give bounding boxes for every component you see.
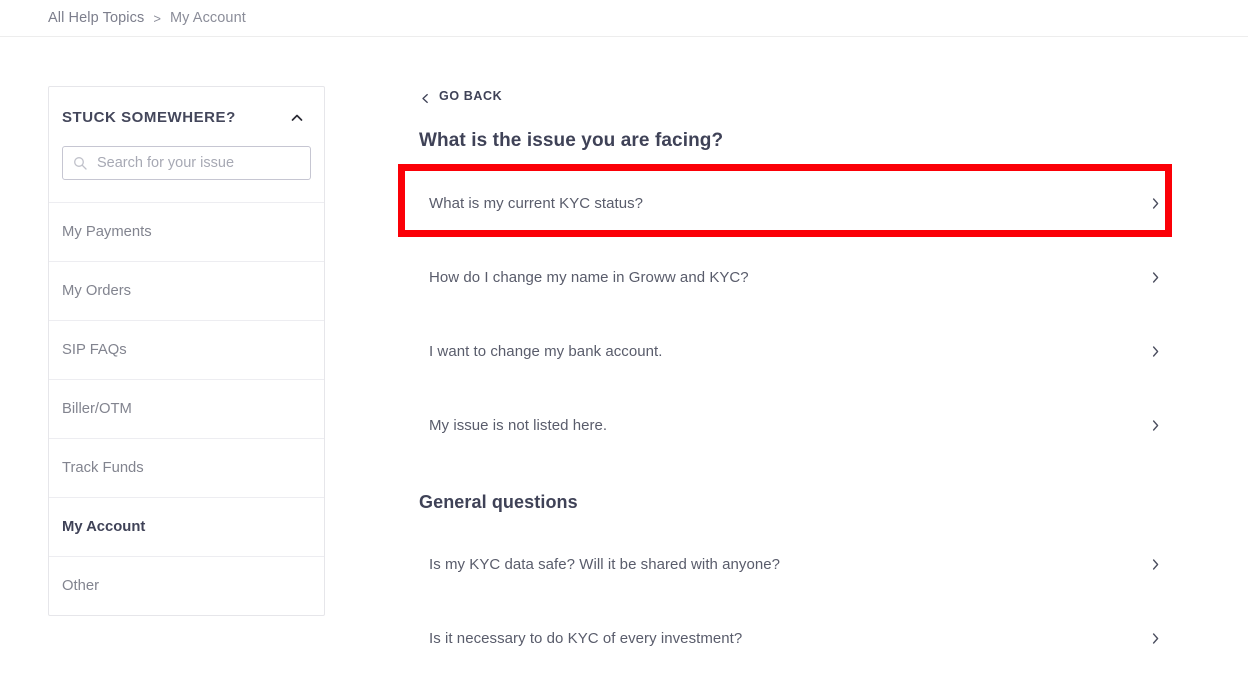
breadcrumb-separator: > — [153, 10, 161, 26]
sidebar-item-other[interactable]: Other — [49, 556, 324, 615]
general-row-kyc-every-investment[interactable]: Is it necessary to do KYC of every inves… — [418, 601, 1178, 675]
go-back-button[interactable]: GO BACK — [420, 89, 502, 103]
chevron-right-icon — [1149, 345, 1162, 358]
chevron-right-icon — [1149, 271, 1162, 284]
sidebar-item-label: My Payments — [62, 224, 152, 240]
sidebar-item-track-funds[interactable]: Track Funds — [49, 438, 324, 497]
go-back-label: GO BACK — [439, 89, 503, 103]
sidebar-item-sip-faqs[interactable]: SIP FAQs — [49, 320, 324, 379]
issue-list: What is my current KYC status? How do I … — [418, 166, 1178, 462]
sidebar-item-label: My Account — [62, 519, 146, 535]
sidebar-item-my-account[interactable]: My Account — [49, 497, 324, 556]
sidebar-item-my-payments[interactable]: My Payments — [49, 202, 324, 261]
chevron-left-icon — [420, 91, 431, 103]
general-questions-list: Is my KYC data safe? Will it be shared w… — [418, 527, 1178, 675]
issue-row-kyc-status[interactable]: What is my current KYC status? — [418, 166, 1178, 240]
issue-label: How do I change my name in Groww and KYC… — [429, 268, 749, 286]
general-row-kyc-data-safe[interactable]: Is my KYC data safe? Will it be shared w… — [418, 527, 1178, 601]
breadcrumb: All Help Topics > My Account — [0, 0, 1248, 37]
breadcrumb-root-link[interactable]: All Help Topics — [48, 10, 144, 26]
chevron-right-icon — [1149, 632, 1162, 645]
chevron-right-icon — [1149, 419, 1162, 432]
sidebar-item-label: SIP FAQs — [62, 342, 127, 358]
chevron-up-icon[interactable] — [290, 111, 304, 125]
search-icon — [73, 156, 87, 170]
sidebar-item-label: Other — [62, 578, 100, 594]
issue-row-change-name[interactable]: How do I change my name in Groww and KYC… — [418, 240, 1178, 314]
sidebar-item-my-orders[interactable]: My Orders — [49, 261, 324, 320]
issue-heading: What is the issue you are facing? — [419, 130, 724, 151]
page-body: STUCK SOMEWHERE? My Payments My Orders — [0, 37, 1248, 675]
general-questions-heading: General questions — [419, 492, 578, 512]
issue-label: I want to change my bank account. — [429, 342, 663, 360]
sidebar-title: STUCK SOMEWHERE? — [62, 109, 236, 126]
sidebar-item-label: My Orders — [62, 283, 132, 299]
chevron-right-icon — [1149, 197, 1162, 210]
general-label: Is my KYC data safe? Will it be shared w… — [429, 555, 781, 573]
issue-row-change-bank-account[interactable]: I want to change my bank account. — [418, 314, 1178, 388]
general-label: Is it necessary to do KYC of every inves… — [429, 629, 743, 647]
chevron-right-icon — [1149, 558, 1162, 571]
sidebar-item-biller-otm[interactable]: Biller/OTM — [49, 379, 324, 438]
help-topics-sidebar: STUCK SOMEWHERE? My Payments My Orders — [48, 86, 325, 616]
sidebar-item-label: Track Funds — [62, 460, 144, 476]
sidebar-item-label: Biller/OTM — [62, 401, 132, 417]
main-content: GO BACK What is the issue you are facing… — [418, 37, 1178, 675]
search-box[interactable] — [62, 146, 311, 180]
issue-label: What is my current KYC status? — [429, 194, 644, 212]
issue-label: My issue is not listed here. — [429, 416, 608, 434]
search-input[interactable] — [95, 154, 300, 172]
sidebar-header[interactable]: STUCK SOMEWHERE? — [49, 87, 324, 126]
issue-row-not-listed[interactable]: My issue is not listed here. — [418, 388, 1178, 462]
breadcrumb-current: My Account — [169, 10, 246, 26]
